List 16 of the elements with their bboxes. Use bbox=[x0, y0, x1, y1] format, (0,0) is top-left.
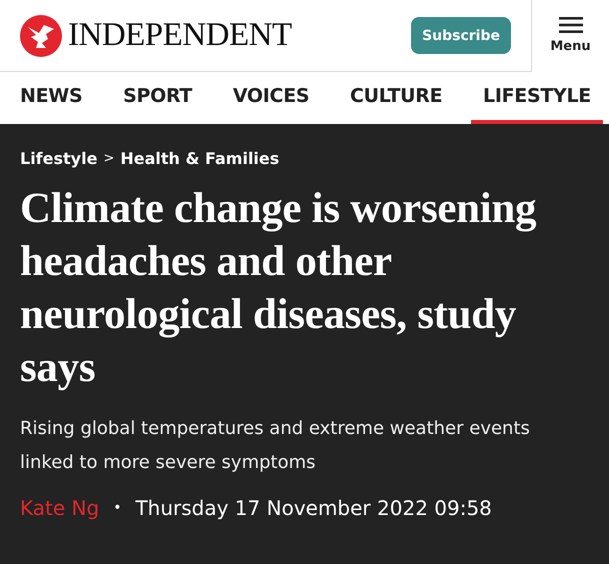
headline: Climate change is worsening headaches and other neurological diseases, study says bbox=[20, 184, 538, 393]
byline-separator: • bbox=[113, 500, 122, 516]
menu-icon bbox=[558, 17, 582, 33]
publish-date: Thursday 17 November 2022 09:58 bbox=[135, 496, 492, 520]
breadcrumb-separator: > bbox=[103, 151, 114, 166]
nav-tab[interactable]: CULTURE bbox=[338, 72, 454, 124]
logo-text[interactable]: INDEPENDENT bbox=[68, 17, 292, 54]
nav-tab[interactable]: VOICES bbox=[220, 72, 322, 124]
nav-tab[interactable]: NEWS bbox=[8, 72, 94, 124]
nav-tab[interactable]: SPORT bbox=[111, 72, 204, 124]
subscribe-button[interactable]: Subscribe bbox=[411, 17, 511, 54]
standfirst: Rising global temperatures and extreme weather events linked to more severe symptoms bbox=[20, 417, 531, 475]
eagle-logo-icon bbox=[20, 14, 62, 56]
menu-button[interactable]: Menu bbox=[531, 0, 609, 72]
breadcrumb-link[interactable]: Lifestyle bbox=[20, 149, 98, 168]
breadcrumb-link[interactable]: Health & Families bbox=[120, 149, 280, 168]
